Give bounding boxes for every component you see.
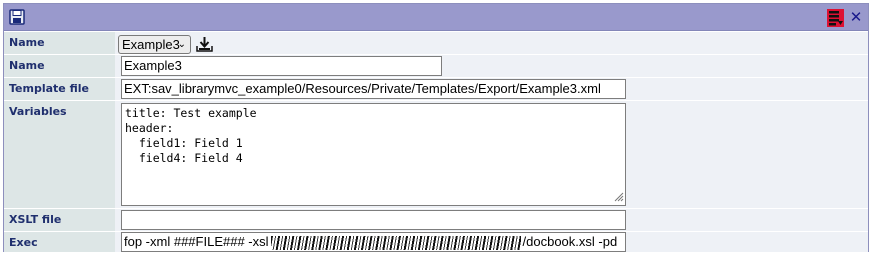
name-label: Name: [4, 55, 115, 77]
config-select-cell: Example3 ⌄: [115, 32, 868, 54]
row-name: Name Example3: [4, 55, 868, 77]
config-select-value: Example3: [122, 37, 180, 52]
download-icon[interactable]: [196, 36, 213, 52]
exec-value-end: /docbook.xsl -pd: [522, 234, 618, 249]
resize-grip-icon[interactable]: [612, 190, 624, 202]
template-file-cell: EXT:sav_librarymvc_example0/Resources/Pr…: [115, 78, 868, 100]
xslt-file-cell: [115, 209, 868, 231]
variables-textarea[interactable]: title: Test example header: field1: Fiel…: [121, 103, 626, 206]
config-select[interactable]: Example3 ⌄: [118, 35, 191, 54]
config-select-label: Name: [4, 32, 115, 54]
xslt-file-input[interactable]: [121, 210, 626, 230]
save-icon[interactable]: [9, 9, 25, 25]
name-cell: Example3: [115, 55, 868, 77]
obscured-path: [270, 235, 521, 250]
variables-cell: title: Test example header: field1: Fiel…: [115, 101, 868, 208]
exec-value-start: fop -xml ###FILE### -xsl: [124, 234, 269, 249]
export-list-icon[interactable]: [827, 9, 844, 27]
row-xslt-file: XSLT file: [4, 209, 868, 231]
close-icon[interactable]: ✕: [848, 8, 864, 26]
row-config-select: Name Example3 ⌄: [4, 32, 868, 54]
variables-label: Variables: [4, 101, 115, 208]
template-file-label: Template file: [4, 78, 115, 100]
exec-label: Exec: [4, 232, 115, 252]
toolbar: ✕: [4, 4, 868, 31]
row-exec: Exec fop -xml ###FILE### -xsl/docbook.xs…: [4, 232, 868, 252]
chevron-down-icon: ⌄: [177, 39, 186, 50]
name-input[interactable]: Example3: [121, 56, 442, 76]
exec-input[interactable]: fop -xml ###FILE### -xsl/docbook.xsl -pd: [121, 232, 626, 252]
exec-cell: fop -xml ###FILE### -xsl/docbook.xsl -pd: [115, 232, 868, 252]
row-template-file: Template file EXT:sav_librarymvc_example…: [4, 78, 868, 100]
export-panel: ✕ Name Example3 ⌄ Name Example3 Template…: [3, 3, 869, 252]
template-file-input[interactable]: EXT:sav_librarymvc_example0/Resources/Pr…: [121, 79, 626, 99]
row-variables: Variables title: Test example header: fi…: [4, 101, 868, 208]
xslt-file-label: XSLT file: [4, 209, 115, 231]
